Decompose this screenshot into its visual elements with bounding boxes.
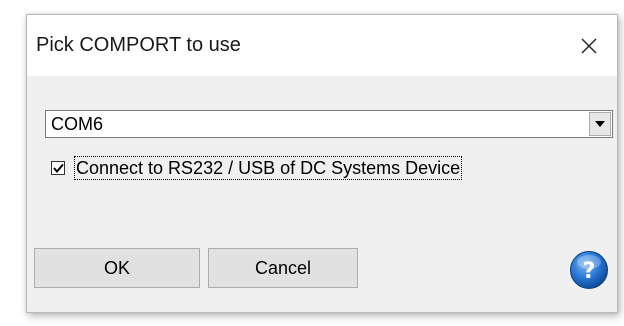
help-icon[interactable]: ? [569,250,609,290]
comport-select-value: COM6 [51,114,104,134]
svg-text:?: ? [583,259,596,284]
dropdown-button[interactable] [589,112,611,136]
ok-button[interactable]: OK [34,248,200,288]
connect-checkbox[interactable] [51,161,65,175]
chevron-down-icon [595,121,605,127]
close-button[interactable] [561,15,617,76]
title-bar: Pick COMPORT to use [27,15,617,76]
dialog-title: Pick COMPORT to use [36,34,241,56]
screen: Pick COMPORT to use COM6 Connect to RS23… [0,0,624,326]
connect-option[interactable]: Connect to RS232 / USB of DC Systems Dev… [51,154,463,182]
connect-checkbox-label[interactable]: Connect to RS232 / USB of DC Systems Dev… [74,156,463,180]
comport-dialog: Pick COMPORT to use COM6 Connect to RS23… [26,14,618,313]
cancel-button[interactable]: Cancel [208,248,358,288]
comport-select[interactable]: COM6 [45,110,613,138]
close-icon [581,38,597,53]
checkmark-icon [52,163,64,173]
